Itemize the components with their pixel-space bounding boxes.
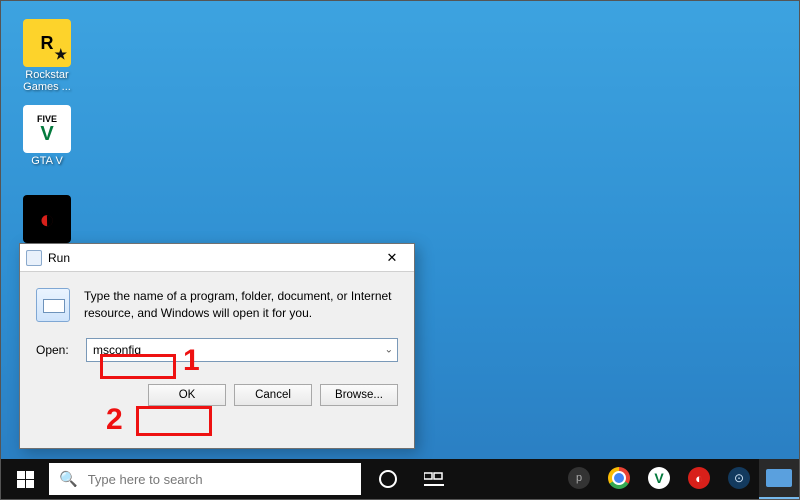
task-view-button[interactable]: [411, 459, 457, 499]
gtav-icon: FIVEV: [23, 105, 71, 153]
taskbar-app-steam[interactable]: ⊙: [719, 459, 759, 499]
dialog-title: Run: [48, 251, 70, 265]
cortana-button[interactable]: [365, 459, 411, 499]
desktop-icon-label: Rockstar Games ...: [11, 69, 83, 93]
start-button[interactable]: [1, 459, 49, 499]
close-icon: ✕: [387, 250, 398, 266]
open-label: Open:: [36, 343, 76, 357]
desktop-icon-rockstar[interactable]: R★ Rockstar Games ...: [11, 19, 83, 93]
search-icon: 🔍: [59, 470, 78, 488]
run-taskbar-icon: [766, 469, 792, 487]
taskbar-app-chrome[interactable]: [599, 459, 639, 499]
cancel-button[interactable]: Cancel: [234, 384, 312, 406]
run-large-icon: [36, 288, 70, 322]
desktop-icon-garena[interactable]: ◐: [11, 195, 83, 245]
windows-icon: [17, 471, 34, 488]
taskbar-search[interactable]: 🔍 Type here to search: [49, 463, 361, 495]
close-button[interactable]: ✕: [372, 246, 412, 270]
run-icon: [26, 250, 42, 266]
titlebar[interactable]: Run ✕: [20, 244, 414, 272]
taskbar-app-proto[interactable]: p: [559, 459, 599, 499]
run-dialog: Run ✕ Type the name of a program, folder…: [19, 243, 415, 449]
garena-icon: ◐: [23, 195, 71, 243]
cortana-icon: [379, 470, 397, 488]
browse-button[interactable]: Browse...: [320, 384, 398, 406]
search-placeholder: Type here to search: [88, 472, 203, 487]
desktop-icon-gtav[interactable]: FIVEV GTA V: [11, 105, 83, 167]
dialog-description: Type the name of a program, folder, docu…: [84, 288, 398, 322]
rockstar-icon: R★: [23, 19, 71, 67]
chrome-icon: [608, 467, 630, 489]
ok-button[interactable]: OK: [148, 384, 226, 406]
garena-taskbar-icon: ◐: [688, 467, 710, 489]
open-combobox[interactable]: ⌄: [86, 338, 398, 362]
taskbar: 🔍 Type here to search p V ◐ ⊙: [1, 459, 799, 499]
chevron-down-icon[interactable]: ⌄: [385, 345, 393, 356]
steam-icon: ⊙: [728, 467, 750, 489]
taskbar-app-garena[interactable]: ◐: [679, 459, 719, 499]
open-input[interactable]: [87, 339, 397, 361]
gtav-taskbar-icon: V: [648, 467, 670, 489]
taskbar-app-run[interactable]: [759, 459, 799, 499]
proto-icon: p: [568, 467, 590, 489]
taskbar-app-gtav[interactable]: V: [639, 459, 679, 499]
desktop-icon-label: GTA V: [11, 155, 83, 167]
task-view-icon: [424, 471, 444, 487]
